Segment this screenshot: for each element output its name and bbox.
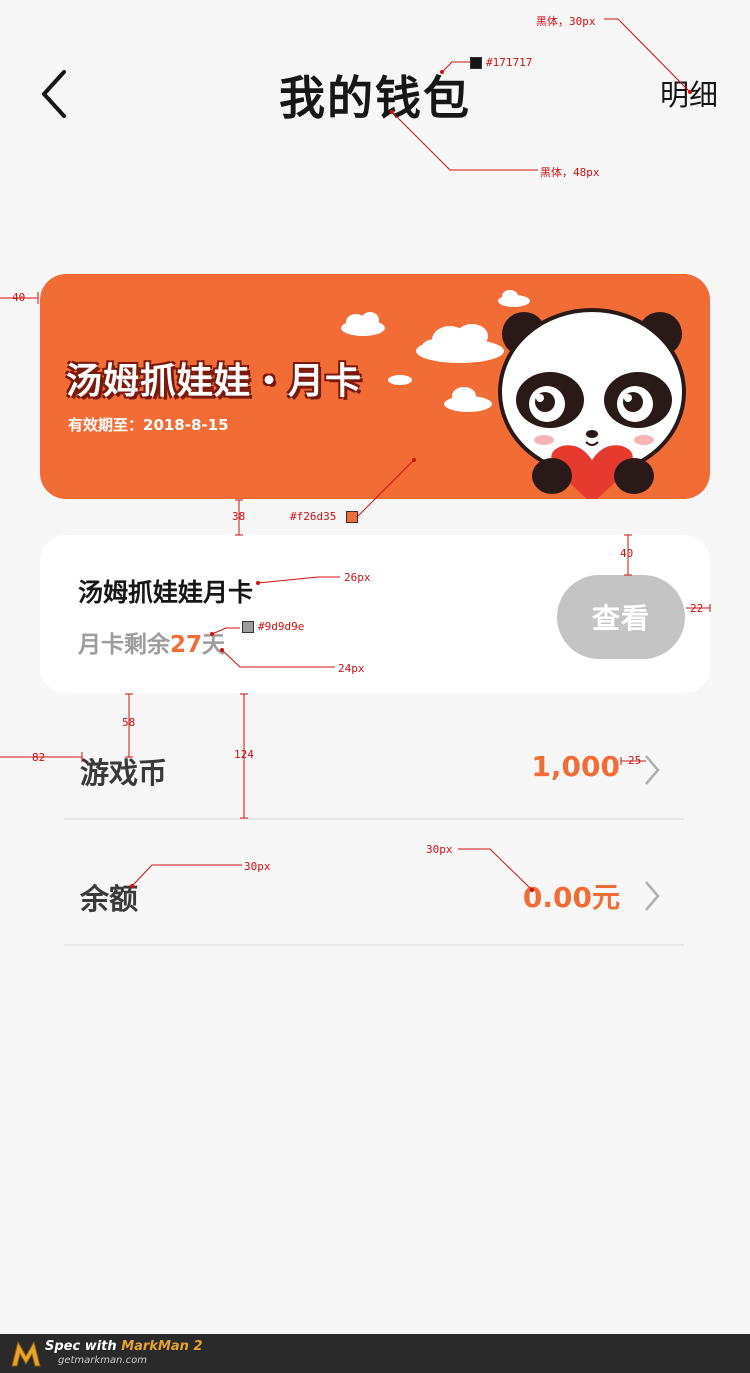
markman-footer: Spec with MarkMan 2 getmarkman.com [0, 1334, 750, 1373]
color-swatch [346, 511, 358, 523]
annotation-title-font: 黑体，48px [540, 166, 600, 179]
annotation-remain-font: 24px [338, 662, 365, 675]
annotation-balance-label-font: 30px [244, 860, 271, 873]
color-swatch [242, 621, 254, 633]
annotation-button-right: 22 [690, 602, 704, 615]
annotation-gap-40: 40 [620, 547, 634, 560]
annotation-row-height: 124 [234, 748, 254, 761]
markman-logo-icon [11, 1340, 41, 1367]
annotation-detail-font: 黑体，30px [536, 15, 596, 28]
annotation-title-color: #171717 [486, 56, 533, 69]
annotation-gap-38: 38 [232, 510, 246, 523]
annotation-gap-58: 58 [122, 716, 136, 729]
annotation-chevron-gap: 25 [628, 754, 642, 767]
footer-site: getmarkman.com [58, 1355, 147, 1366]
footer-spec-text: Spec with MarkMan 2 [45, 1339, 203, 1354]
annotation-banner-color: #f26d35 [290, 510, 337, 523]
annotation-banner-left: 40 [12, 291, 26, 304]
annotation-balance-value-font: 30px [426, 843, 453, 856]
annotation-card-name-font: 26px [344, 571, 371, 584]
annotation-gray-color: #9d9d9e [258, 620, 305, 633]
color-swatch [470, 57, 482, 69]
spec-annotation-lines [0, 18, 711, 892]
footer-spec-prefix: Spec with [45, 1339, 122, 1354]
footer-brand: MarkMan 2 [121, 1339, 203, 1354]
annotation-row-left: 82 [32, 751, 46, 764]
